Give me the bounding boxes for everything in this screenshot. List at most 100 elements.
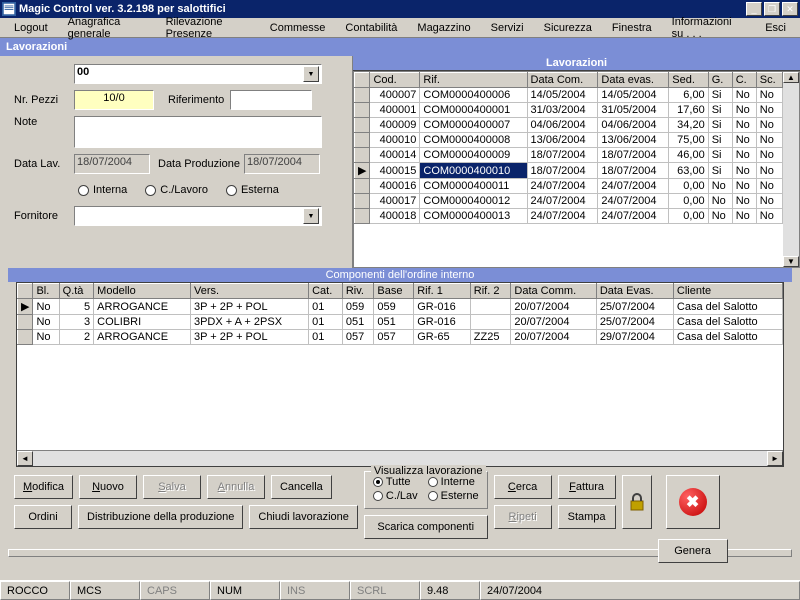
riferimento-label: Riferimento <box>168 94 224 106</box>
col-header[interactable]: Data evas. <box>598 73 669 88</box>
close-button[interactable]: ✖ <box>666 475 720 529</box>
header-combo-value: 00 <box>77 66 303 82</box>
menu-anagrafica-generale[interactable]: Anagrafica generale <box>58 14 156 42</box>
nr-pezzi-label: Nr. Pezzi <box>14 94 74 106</box>
table-row[interactable]: 400017COM000040001224/07/200424/07/20040… <box>355 194 783 209</box>
lock-icon <box>628 492 646 512</box>
status-ws: MCS <box>70 581 140 600</box>
componenti-scrollbar[interactable]: ◄► <box>17 450 783 466</box>
radio-interna[interactable]: Interna <box>78 184 127 196</box>
radio-esterne[interactable]: Esterne <box>428 490 479 502</box>
componenti-title: Componenti dell'ordine interno <box>8 268 792 282</box>
genera-button[interactable]: Genera <box>658 539 728 563</box>
close-window-button[interactable]: ✕ <box>782 2 798 16</box>
note-label: Note <box>14 116 74 128</box>
col-header[interactable]: Data Com. <box>527 73 598 88</box>
status-caps: CAPS <box>140 581 210 600</box>
col-header[interactable]: Rif. 1 <box>414 284 471 299</box>
distribuzione-button[interactable]: Distribuzione della produzione <box>78 505 243 529</box>
col-header[interactable]: Data Comm. <box>511 284 596 299</box>
col-header[interactable]: Data Evas. <box>596 284 673 299</box>
radio-tutte[interactable]: Tutte <box>373 476 418 488</box>
menu-sicurezza[interactable]: Sicurezza <box>534 20 602 36</box>
col-header[interactable]: Rif. 2 <box>470 284 511 299</box>
scarica-componenti-button[interactable]: Scarica componenti <box>364 515 488 539</box>
col-header[interactable]: Riv. <box>342 284 374 299</box>
table-row[interactable]: 400007COM000040000614/05/200414/05/20046… <box>355 88 783 103</box>
data-prod-field: 18/07/2004 <box>244 154 320 174</box>
col-header[interactable]: Bl. <box>33 284 59 299</box>
salva-button: Salva <box>143 475 201 499</box>
table-row[interactable]: 400014COM000040000918/07/200418/07/20044… <box>355 148 783 163</box>
col-header[interactable]: Cliente <box>673 284 782 299</box>
col-header[interactable]: Modello <box>94 284 191 299</box>
fattura-button[interactable]: Fattura <box>558 475 616 499</box>
stampa-button[interactable]: Stampa <box>558 505 616 529</box>
menu-esci[interactable]: Esci <box>755 20 796 36</box>
note-field[interactable] <box>74 116 322 148</box>
chevron-down-icon[interactable]: ▼ <box>303 66 319 82</box>
col-header[interactable]: Rif. <box>420 73 527 88</box>
nr-pezzi-field[interactable]: 10/0 <box>74 90 154 110</box>
col-header[interactable]: Sed. <box>669 73 708 88</box>
menu-commesse[interactable]: Commesse <box>260 20 336 36</box>
table-row[interactable]: 400010COM000040000813/06/200413/06/20047… <box>355 133 783 148</box>
table-row[interactable]: 400018COM000040001324/07/200424/07/20040… <box>355 209 783 224</box>
ordini-button[interactable]: Ordini <box>14 505 72 529</box>
ripeti-button: Ripeti <box>494 505 552 529</box>
lavorazioni-grid-pane: Lavorazioni Cod.Rif.Data Com.Data evas.S… <box>352 56 800 268</box>
table-row[interactable]: 400016COM000040001124/07/200424/07/20040… <box>355 179 783 194</box>
form-pane: 00 ▼ Nr. Pezzi 10/0 Riferimento Note Dat… <box>0 56 352 268</box>
riferimento-field[interactable] <box>230 90 312 110</box>
close-icon: ✖ <box>679 488 707 516</box>
componenti-grid[interactable]: Bl.Q.tàModelloVers.Cat.Riv.BaseRif. 1Rif… <box>16 282 784 467</box>
fornitore-combo[interactable]: ▼ <box>74 206 322 226</box>
modifica-button[interactable]: Modifica <box>14 475 73 499</box>
table-row[interactable]: No3COLIBRI3PDX + A + 2PSX01051051GR-0162… <box>18 315 783 330</box>
lock-button[interactable] <box>622 475 652 529</box>
menu-magazzino[interactable]: Magazzino <box>407 20 480 36</box>
menu-bar: LogoutAnagrafica generaleRilevazione Pre… <box>0 18 800 38</box>
col-header[interactable]: Cod. <box>370 73 420 88</box>
table-row[interactable]: ▶No5ARROGANCE3P + 2P + POL01059059GR-016… <box>18 299 783 315</box>
chiudi-lavorazione-button[interactable]: Chiudi lavorazione <box>249 505 358 529</box>
annulla-button: Annulla <box>207 475 265 499</box>
radio-clav[interactable]: C./Lav <box>373 490 418 502</box>
data-lav-label: Data Lav. <box>14 158 74 170</box>
cerca-button[interactable]: Cerca <box>494 475 552 499</box>
menu-logout[interactable]: Logout <box>4 20 58 36</box>
col-header[interactable]: G. <box>708 73 732 88</box>
radio-clavoro[interactable]: C./Lavoro <box>145 184 208 196</box>
radio-esterna[interactable]: Esterna <box>226 184 279 196</box>
menu-servizi[interactable]: Servizi <box>481 20 534 36</box>
chevron-down-icon[interactable]: ▼ <box>303 208 319 224</box>
lavorazioni-table[interactable]: Cod.Rif.Data Com.Data evas.Sed.G.C.Sc. 4… <box>354 72 783 224</box>
menu-contabilit-[interactable]: Contabilità <box>335 20 407 36</box>
lavorazioni-grid-title: Lavorazioni <box>353 56 800 71</box>
nuovo-button[interactable]: Nuovo <box>79 475 137 499</box>
fornitore-label: Fornitore <box>14 210 74 222</box>
col-header[interactable]: Vers. <box>190 284 308 299</box>
col-header[interactable]: Base <box>374 284 414 299</box>
table-row[interactable]: No2ARROGANCE3P + 2P + POL01057057GR-65ZZ… <box>18 330 783 345</box>
app-icon <box>2 2 16 16</box>
status-time: 9.48 <box>420 581 480 600</box>
menu-informazioni-su-[interactable]: Informazioni su . . . <box>662 14 756 42</box>
table-row[interactable]: 400009COM000040000704/06/200404/06/20043… <box>355 118 783 133</box>
col-header[interactable]: C. <box>732 73 756 88</box>
col-header[interactable]: Cat. <box>309 284 343 299</box>
header-combo[interactable]: 00 ▼ <box>74 64 322 84</box>
col-header[interactable]: Q.tà <box>59 284 94 299</box>
menu-finestra[interactable]: Finestra <box>602 20 662 36</box>
grid-scrollbar[interactable]: ▲▼ <box>783 72 799 267</box>
menu-rilevazione-presenze[interactable]: Rilevazione Presenze <box>156 14 260 42</box>
radio-interne[interactable]: Interne <box>428 476 479 488</box>
col-header[interactable]: Sc. <box>756 73 782 88</box>
table-row[interactable]: 400001COM000040000131/03/200431/05/20041… <box>355 103 783 118</box>
status-ins: INS <box>280 581 350 600</box>
cancella-button[interactable]: Cancella <box>271 475 332 499</box>
table-row[interactable]: ▶400015COM000040001018/07/200418/07/2004… <box>355 163 783 179</box>
status-bar: ROCCO MCS CAPS NUM INS SCRL 9.48 24/07/2… <box>0 580 800 600</box>
maximize-button[interactable]: ❐ <box>764 2 780 16</box>
status-user: ROCCO <box>0 581 70 600</box>
